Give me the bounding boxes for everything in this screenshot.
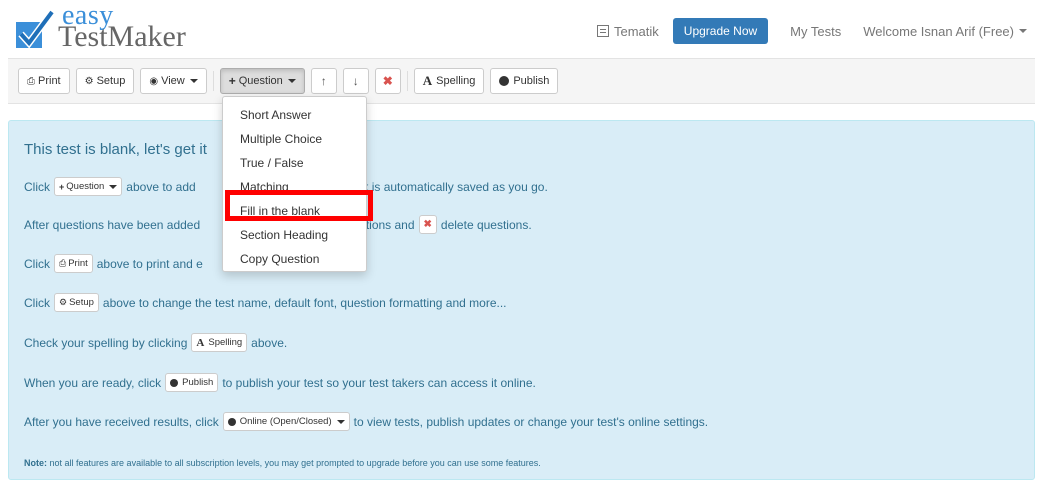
menu-item-section-heading[interactable]: Section Heading xyxy=(223,223,366,247)
view-label: View xyxy=(161,75,185,87)
toolbar-divider xyxy=(406,71,408,91)
nav-tematik-label: Tematik xyxy=(614,23,659,39)
caret-down-icon xyxy=(189,79,198,83)
info-line-print: Click ⎙ Print above to print and e xyxy=(24,254,203,273)
note-text: not all features are available to all su… xyxy=(49,458,541,468)
info-line-online: After you have received results, click O… xyxy=(24,412,708,431)
info-text: above to add xyxy=(126,179,196,194)
menu-item-fill-in-the-blank[interactable]: Fill in the blank xyxy=(223,199,366,223)
info-text: After you have received results, click xyxy=(24,414,219,429)
gear-icon: ⚙ xyxy=(59,297,68,307)
inline-print-button: ⎙ Print xyxy=(54,254,93,273)
subscription-note: Note: not all features are available to … xyxy=(24,458,541,468)
toolbar-container: ⎙ Print ⚙ Setup ◉ View + Question ↑ ↓ ✖ xyxy=(8,58,1035,104)
info-text: above to change the test name, default f… xyxy=(102,295,507,310)
plus-icon: + xyxy=(59,181,65,192)
info-line-spelling: Check your spelling by clicking A Spelli… xyxy=(24,333,287,352)
header: easy TestMaker Tematik Upgrade Now My Te… xyxy=(0,0,1043,58)
menu-item-matching[interactable]: Matching xyxy=(223,175,366,199)
menu-item-short-answer[interactable]: Short Answer xyxy=(223,103,366,127)
plus-icon: + xyxy=(228,74,236,88)
globe-icon xyxy=(499,76,510,86)
info-text: r work is automatically saved as you go. xyxy=(335,179,548,194)
arrow-up-icon: ↑ xyxy=(320,74,327,88)
nav-tematik[interactable]: Tematik xyxy=(597,24,659,39)
spelling-a-icon: A xyxy=(196,336,205,349)
print-icon: ⎙ xyxy=(27,75,35,87)
info-text: to view tests, publish updates or change… xyxy=(353,414,709,429)
logo[interactable]: easy TestMaker xyxy=(16,0,206,53)
question-button[interactable]: + Question xyxy=(219,68,305,94)
spelling-label: Spelling xyxy=(436,75,476,87)
print-label: Print xyxy=(38,75,61,87)
info-text: above to print and e xyxy=(96,256,203,271)
info-text: After questions have been added xyxy=(24,217,201,232)
info-text: Check your spelling by clicking xyxy=(24,335,188,350)
nav-my-tests[interactable]: My Tests xyxy=(790,24,841,39)
user-menu-label: Welcome Isnan Arif (Free) xyxy=(863,23,1014,39)
caret-down-icon xyxy=(109,184,118,189)
menu-item-copy-question[interactable]: Copy Question xyxy=(223,247,366,271)
print-button[interactable]: ⎙ Print xyxy=(18,68,70,94)
publish-button[interactable]: Publish xyxy=(490,68,559,94)
print-icon: ⎙ xyxy=(59,258,67,268)
note-label: Note: xyxy=(24,458,47,468)
menu-item-true-false[interactable]: True / False xyxy=(223,151,366,175)
info-text: When you are ready, click xyxy=(24,375,162,390)
info-text: to publish your test so your test takers… xyxy=(222,375,536,390)
info-text: above. xyxy=(251,335,288,350)
user-menu[interactable]: Welcome Isnan Arif (Free) xyxy=(863,24,1027,39)
eye-icon: ◉ xyxy=(149,75,159,87)
logo-testmaker-text: TestMaker xyxy=(58,20,186,53)
globe-icon xyxy=(227,417,236,426)
menu-item-multiple-choice[interactable]: Multiple Choice xyxy=(223,127,366,151)
info-line-publish: When you are ready, click Publish to pub… xyxy=(24,373,536,392)
question-type-menu: Short Answer Multiple Choice True / Fals… xyxy=(222,96,367,272)
upgrade-now-button[interactable]: Upgrade Now xyxy=(672,18,769,44)
inline-button-label: Online (Open/Closed) xyxy=(239,416,332,427)
inline-delete-button: ✖ xyxy=(418,215,437,234)
toolbar-divider xyxy=(212,71,214,91)
delete-x-icon: ✖ xyxy=(382,74,393,88)
inline-spelling-button: A Spelling xyxy=(191,333,248,352)
spelling-button[interactable]: A Spelling xyxy=(413,68,485,94)
move-down-button[interactable]: ↓ xyxy=(342,68,369,94)
caret-down-icon xyxy=(1019,29,1027,33)
info-text: Click xyxy=(24,256,50,271)
caret-down-icon xyxy=(287,79,296,83)
info-line-setup: Click ⚙ Setup above to change the test n… xyxy=(24,293,507,312)
inline-question-button: + Question xyxy=(54,177,123,196)
info-text: Click xyxy=(24,179,50,194)
inline-button-label: Publish xyxy=(182,377,214,388)
view-button[interactable]: ◉ View xyxy=(140,68,207,94)
arrow-down-icon: ↓ xyxy=(352,74,359,88)
panel-title: This test is blank, let's get it xyxy=(24,141,207,158)
inline-online-button: Online (Open/Closed) xyxy=(222,412,350,431)
delete-x-icon: ✖ xyxy=(423,219,432,230)
inline-button-label: Print xyxy=(68,258,88,269)
caret-down-icon xyxy=(336,419,345,424)
document-list-icon xyxy=(597,25,609,37)
checkmark-logo-icon xyxy=(16,10,54,49)
inline-button-label: Question xyxy=(66,181,105,192)
setup-button[interactable]: ⚙ Setup xyxy=(75,68,135,94)
spelling-a-icon: A xyxy=(422,73,433,88)
top-nav: Tematik Upgrade Now My Tests Welcome Isn… xyxy=(575,16,1027,46)
move-up-button[interactable]: ↑ xyxy=(310,68,337,94)
inline-publish-button: Publish xyxy=(165,373,219,392)
blank-test-info-panel: This test is blank, let's get it Click +… xyxy=(8,120,1035,480)
inline-button-label: Spelling xyxy=(208,337,243,348)
setup-label: Setup xyxy=(96,75,126,87)
question-label: Question xyxy=(238,75,283,87)
delete-button[interactable]: ✖ xyxy=(374,68,401,94)
info-text: Click xyxy=(24,295,50,310)
gear-icon: ⚙ xyxy=(84,75,94,87)
info-text: delete questions. xyxy=(440,217,532,232)
toolbar: ⎙ Print ⚙ Setup ◉ View + Question ↑ ↓ ✖ xyxy=(18,68,564,94)
globe-icon xyxy=(170,378,179,387)
publish-label: Publish xyxy=(513,75,550,87)
inline-button-label: Setup xyxy=(69,297,94,308)
inline-setup-button: ⚙ Setup xyxy=(54,293,99,312)
